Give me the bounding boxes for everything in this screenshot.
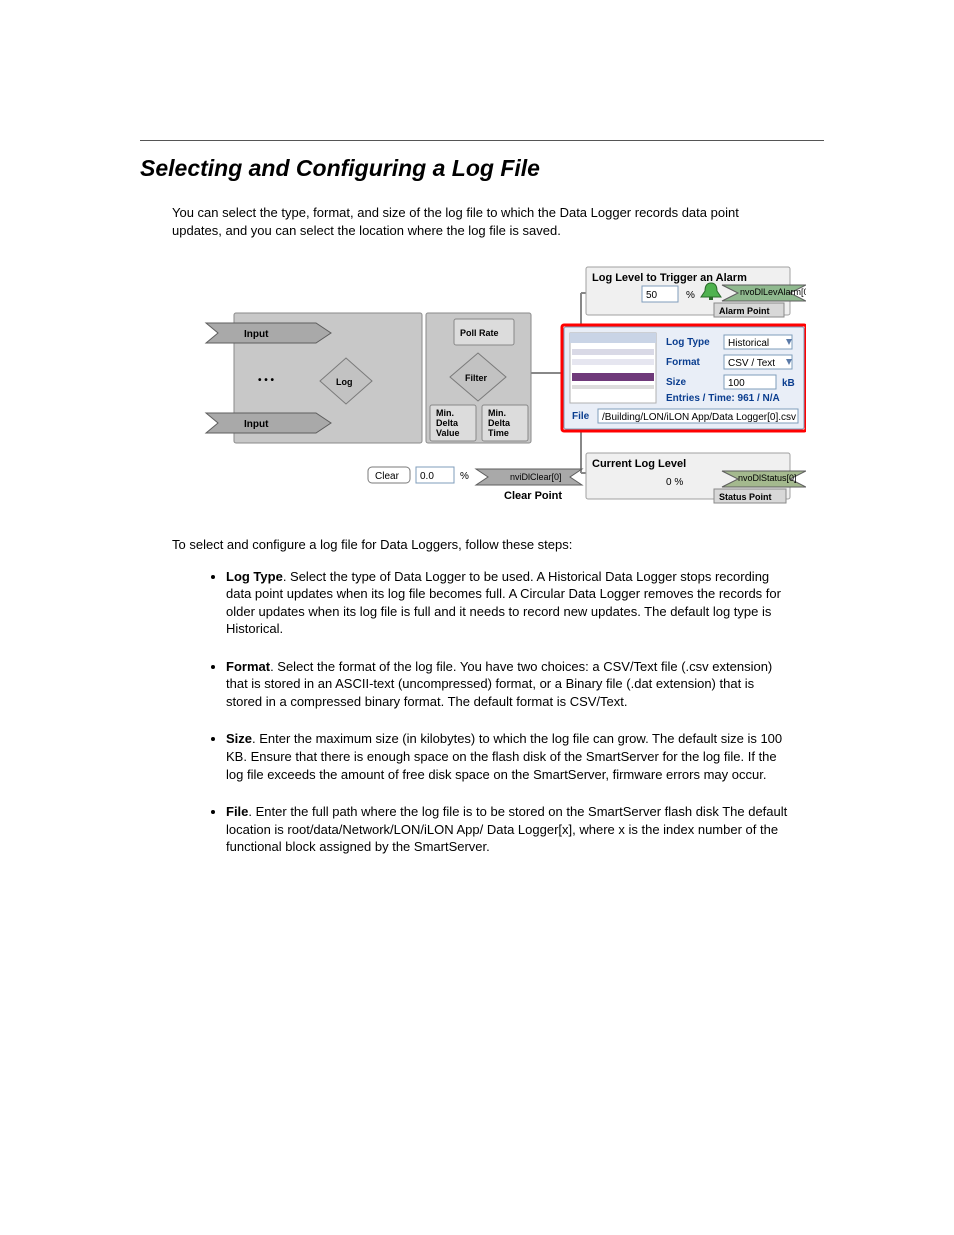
format-label: Format [666, 357, 701, 368]
dots-icon: • • • [258, 375, 275, 386]
bullet-size: Size. Enter the maximum size (in kilobyt… [226, 730, 792, 783]
log-type-select[interactable]: Historical [728, 338, 769, 349]
size-label: Size [666, 377, 686, 388]
figure: Input • • • Input Log Poll Rate Filter M… [166, 253, 798, 518]
clear-input-tag: nviDlClear[0] [510, 472, 562, 482]
size-unit: kB [782, 378, 795, 389]
status-output-tag: nvoDlStatus[0] [738, 473, 797, 483]
bullet-lead: Format [226, 659, 270, 674]
bullet-log-type: Log Type. Select the type of Data Logger… [226, 568, 792, 638]
filter-diamond: Filter [465, 373, 488, 383]
section-heading: Selecting and Configuring a Log File [140, 155, 824, 182]
alarm-point-label: Alarm Point [719, 306, 770, 316]
alarm-output-tag: nvoDlLevAlarm[0] [740, 287, 806, 297]
bullet-text: . Enter the maximum size (in kilobytes) … [226, 731, 782, 781]
format-select[interactable]: CSV / Text [728, 358, 775, 369]
bullet-text: . Select the format of the log file. You… [226, 659, 772, 709]
current-percent: 0 % [666, 477, 683, 488]
current-title: Current Log Level [592, 458, 686, 470]
clear-value-field[interactable]: 0.0 [420, 471, 434, 482]
alarm-title: Log Level to Trigger an Alarm [592, 272, 747, 284]
intro-paragraph: You can select the type, format, and siz… [172, 204, 792, 239]
alarm-value-field[interactable]: 50 [646, 290, 658, 301]
postfig-paragraph: To select and configure a log file for D… [172, 536, 792, 554]
bullet-text: . Enter the full path where the log file… [226, 804, 787, 854]
size-field[interactable]: 100 [728, 378, 745, 389]
bullet-format: Format. Select the format of the log fil… [226, 658, 792, 711]
bullet-lead: Size [226, 731, 252, 746]
input-arrow-bottom: Input [244, 419, 269, 430]
clear-button[interactable]: Clear [375, 471, 400, 482]
bullet-text: . Select the type of Data Logger to be u… [226, 569, 781, 637]
log-type-label: Log Type [666, 337, 710, 348]
file-label: File [572, 411, 590, 422]
bullet-lead: Log Type [226, 569, 283, 584]
clear-point-label: Clear Point [504, 490, 562, 502]
status-point-label: Status Point [719, 492, 772, 502]
log-diamond: Log [336, 377, 353, 387]
poll-rate-button[interactable]: Poll Rate [460, 328, 499, 338]
bullet-lead: File [226, 804, 248, 819]
file-field[interactable]: /Building/LON/iLON App/Data Logger[0].cs… [602, 412, 796, 423]
clear-unit: % [460, 471, 469, 482]
bullet-list: Log Type. Select the type of Data Logger… [140, 568, 792, 856]
entries-label: Entries / Time: 961 / N/A [666, 393, 780, 404]
alarm-unit: % [686, 290, 695, 301]
input-arrow-top: Input [244, 329, 269, 340]
bullet-file: File. Enter the full path where the log … [226, 803, 792, 856]
